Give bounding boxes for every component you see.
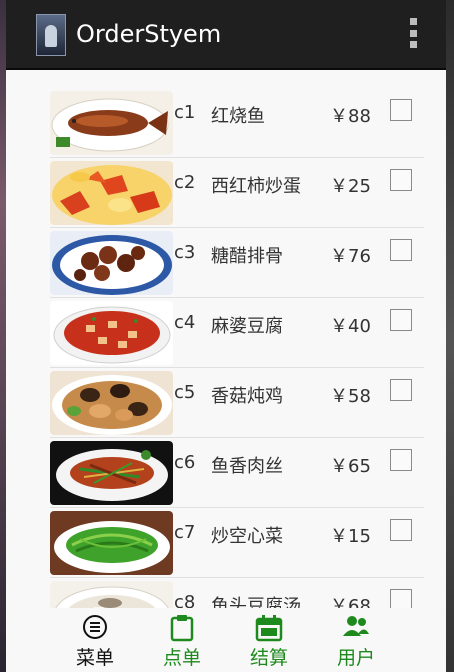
fish-head-tofu-soup-image — [50, 581, 173, 608]
braised-fish-image — [50, 91, 173, 155]
dish-price: ￥65 — [330, 456, 371, 477]
mushroom-chicken-image — [50, 371, 173, 435]
order-checkbox[interactable] — [390, 589, 412, 608]
fish-flavor-pork-image — [50, 441, 173, 505]
app-title: OrderStyem — [76, 20, 222, 48]
list-item[interactable]: c1 红烧鱼 ￥88 — [50, 88, 424, 158]
dish-code: c3 — [174, 242, 196, 263]
order-checkbox[interactable] — [390, 169, 412, 191]
pay-calendar-icon — [255, 615, 283, 642]
menu-list[interactable]: c1 红烧鱼 ￥88 c2 西红柿炒蛋 ￥25 c3 糖醋排骨 ￥76 c4 麻… — [50, 88, 424, 608]
nav-label: 用户 — [336, 647, 375, 669]
dish-code: c1 — [174, 102, 196, 123]
nav-label: 结算 — [249, 647, 288, 669]
dish-code: c5 — [174, 382, 196, 403]
dish-price: ￥25 — [330, 176, 371, 197]
list-item[interactable]: c4 麻婆豆腐 ￥40 — [50, 298, 424, 368]
dish-name: 香菇炖鸡 — [211, 386, 283, 407]
window-edge-left — [0, 0, 6, 672]
dish-price: ￥76 — [330, 246, 371, 267]
action-bar: OrderStyem — [6, 0, 446, 70]
list-item[interactable]: c5 香菇炖鸡 ￥58 — [50, 368, 424, 438]
dish-code: c8 — [174, 592, 196, 608]
dish-name: 鱼头豆腐汤 — [211, 596, 301, 608]
dish-name: 麻婆豆腐 — [211, 316, 283, 337]
nav-tab-order[interactable]: 点单 — [142, 608, 222, 672]
order-checkbox[interactable] — [390, 239, 412, 261]
list-item[interactable]: c3 糖醋排骨 ￥76 — [50, 228, 424, 298]
nav-label: 菜单 — [75, 647, 114, 669]
dish-price: ￥58 — [330, 386, 371, 407]
order-checkbox[interactable] — [390, 379, 412, 401]
dish-price: ￥15 — [330, 526, 371, 547]
sweet-sour-ribs-image — [50, 231, 173, 295]
nav-label: 点单 — [162, 647, 201, 669]
dish-code: c7 — [174, 522, 196, 543]
menu-list-icon — [83, 615, 107, 639]
dish-price: ￥40 — [330, 316, 371, 337]
list-item[interactable]: c6 鱼香肉丝 ￥65 — [50, 438, 424, 508]
order-checkbox[interactable] — [390, 449, 412, 471]
window-edge-right — [446, 0, 454, 672]
list-item[interactable]: c8 鱼头豆腐汤 ￥68 — [50, 578, 424, 608]
app-logo-icon — [36, 14, 66, 56]
dish-code: c2 — [174, 172, 196, 193]
order-checkbox[interactable] — [390, 309, 412, 331]
nav-tab-checkout[interactable]: 结算 — [229, 608, 309, 672]
dish-name: 鱼香肉丝 — [211, 456, 283, 477]
dish-price: ￥68 — [330, 596, 371, 608]
dish-name: 红烧鱼 — [211, 106, 265, 127]
order-checkbox[interactable] — [390, 99, 412, 121]
overflow-menu-icon[interactable] — [408, 18, 418, 48]
dish-name: 糖醋排骨 — [211, 246, 283, 267]
tomato-egg-image — [50, 161, 173, 225]
bottom-navigation: 菜单 点单 结算 用户 — [6, 608, 446, 672]
list-item[interactable]: c7 炒空心菜 ￥15 — [50, 508, 424, 578]
dish-name: 西红柿炒蛋 — [211, 176, 301, 197]
mapo-tofu-image — [50, 301, 173, 365]
clipboard-icon — [170, 615, 194, 642]
dish-code: c6 — [174, 452, 196, 473]
water-spinach-image — [50, 511, 173, 575]
nav-tab-menu[interactable]: 菜单 — [55, 608, 135, 672]
dish-code: c4 — [174, 312, 196, 333]
list-item[interactable]: c2 西红柿炒蛋 ￥25 — [50, 158, 424, 228]
nav-tab-user[interactable]: 用户 — [316, 608, 396, 672]
dish-price: ￥88 — [330, 106, 371, 127]
dish-name: 炒空心菜 — [211, 526, 283, 547]
users-icon — [343, 616, 369, 636]
order-checkbox[interactable] — [390, 519, 412, 541]
